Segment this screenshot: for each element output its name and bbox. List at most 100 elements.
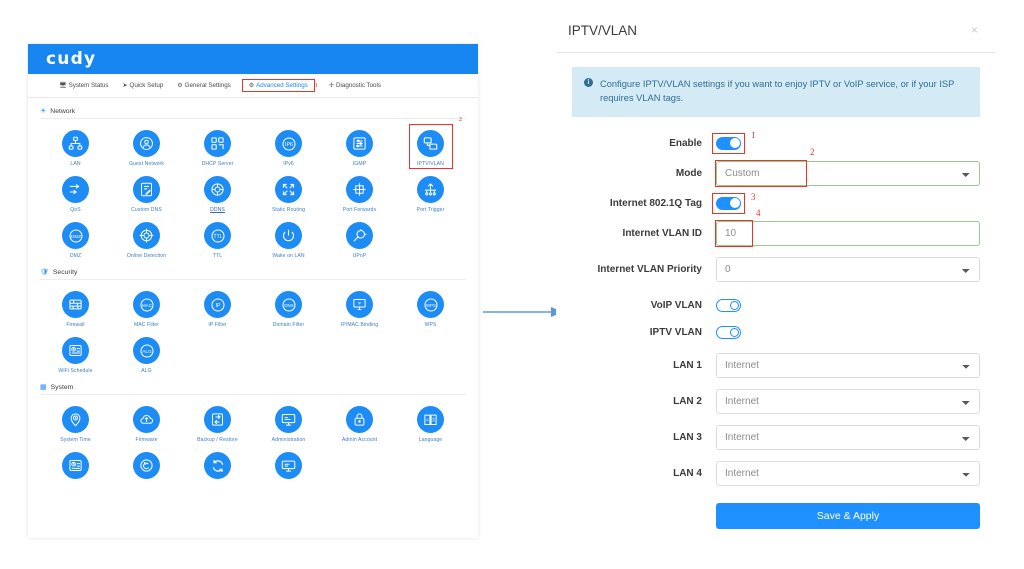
dialog-header: IPTV/VLAN × — [556, 8, 996, 53]
ip-icon: IP — [204, 291, 231, 318]
tile-ipv6[interactable]: IP6 IPv6 — [253, 121, 324, 167]
voip-vlan-toggle[interactable] — [716, 298, 741, 312]
tile-firewall[interactable]: Firewall — [40, 282, 111, 328]
nav-label: Advanced Settings — [256, 82, 308, 89]
tile-wake-on-lan[interactable]: Wake on LAN — [253, 213, 324, 259]
tile-wps[interactable]: WPS WPS — [395, 282, 466, 328]
tile-system-log[interactable] — [40, 443, 111, 483]
lan3-select[interactable]: Internet — [716, 424, 980, 450]
internet-vlan-priority-select[interactable]: 0 — [716, 256, 980, 282]
svg-text:TTL: TTL — [213, 234, 222, 240]
page-title: IPTV/VLAN — [568, 22, 638, 38]
nav-label: General Settings — [184, 82, 231, 89]
cloud-upload-icon — [133, 406, 160, 433]
blocks-icon — [204, 130, 231, 157]
tile-dhcp-server[interactable]: DHCP Server — [182, 121, 253, 167]
tile-port-forwards[interactable]: Port Forwards — [324, 167, 395, 213]
tile-ttl[interactable]: TTL TTL — [182, 213, 253, 259]
mode-select[interactable]: Custom — [716, 160, 980, 186]
tile-port-trigger[interactable]: Port Trigger — [395, 167, 466, 213]
tile-language[interactable]: A 文 Language — [395, 397, 466, 443]
internet-vlan-id-input[interactable] — [716, 220, 980, 246]
tile-label: Domain Filter — [272, 322, 305, 328]
lan1-select[interactable]: Internet — [716, 352, 980, 378]
tile-ip-filter[interactable]: IP IP Filter — [182, 282, 253, 328]
tile-custom-dns[interactable]: Custom DNS — [111, 167, 182, 213]
lock-icon — [346, 406, 373, 433]
tile-guest-network[interactable]: Guest Network — [111, 121, 182, 167]
backup-icon — [204, 406, 231, 433]
lan4-select[interactable]: Internet — [716, 460, 980, 486]
tile-admin-account[interactable]: Admin Account — [324, 397, 395, 443]
tile-label: UPnP — [352, 253, 367, 259]
main-navigation: 🖥 System Status ➤ Quick Setup ⚙ General … — [28, 74, 478, 98]
nav-item-system-status[interactable]: 🖥 System Status — [52, 79, 116, 92]
tile-dmz[interactable]: DMZ DMZ — [40, 213, 111, 259]
system-icon-grid: System Time Firmware Backup / Restore Ad… — [40, 397, 466, 483]
tile-label: IP Filter — [208, 322, 227, 328]
port-forward-icon — [346, 176, 373, 203]
svg-text:A: A — [426, 418, 429, 422]
tile-restore-defaults[interactable] — [111, 443, 182, 483]
wifi-schedule-icon — [62, 337, 89, 364]
router-admin-window: cudy 🖥 System Status ➤ Quick Setup ⚙ Gen… — [28, 44, 478, 538]
nav-item-diagnostic-tools[interactable]: ✢ Diagnostic Tools — [322, 79, 388, 92]
nav-item-general-settings[interactable]: ⚙ General Settings — [170, 79, 237, 92]
row-enable: Enable 1 — [572, 130, 980, 154]
tile-ip-mac-binding[interactable]: IP IP/MAC Binding — [324, 282, 395, 328]
tile-mac-filter[interactable]: MAC MAC Filter — [111, 282, 182, 328]
tile-reboot[interactable] — [182, 443, 253, 483]
iptv-vlan-toggle[interactable] — [716, 325, 741, 339]
flow-arrow — [483, 305, 563, 319]
row-internet-8021q-tag: Internet 802.1Q Tag 3 — [572, 192, 980, 214]
tile-upnp[interactable]: UPnP — [324, 213, 395, 259]
tile-qos[interactable]: QoS — [40, 167, 111, 213]
label-voip-vlan: VoIP VLAN — [650, 299, 702, 311]
tile-ddns[interactable]: DDNS — [182, 167, 253, 213]
reboot-icon — [204, 452, 231, 479]
tile-administration[interactable]: Administration — [253, 397, 324, 443]
nav-item-advanced-settings[interactable]: ⚙ Advanced Settings — [249, 82, 308, 89]
tile-remote-management[interactable] — [253, 443, 324, 483]
iptv-vlan-form: Enable 1 Mode Custom 2 Internet 802.1Q T… — [556, 130, 996, 529]
tile-alg[interactable]: ALG ALG — [111, 328, 182, 374]
nav-label: Quick Setup — [129, 82, 164, 89]
rocket-icon: ➤ — [122, 83, 128, 89]
tile-label: WiFi Schedule — [58, 368, 93, 374]
alg-icon: ALG — [133, 337, 160, 364]
gear-icon: ⚙ — [177, 83, 183, 89]
tile-label: Wake on LAN — [272, 253, 305, 259]
vlan-icon — [417, 130, 444, 157]
tile-label: Language — [418, 437, 443, 443]
binding-icon: IP — [346, 291, 373, 318]
nav-item-quick-setup[interactable]: ➤ Quick Setup — [116, 79, 171, 92]
tile-online-detection[interactable]: Online Detection — [111, 213, 182, 259]
tile-igmp[interactable]: IGMP — [324, 121, 395, 167]
tile-backup-restore[interactable]: Backup / Restore — [182, 397, 253, 443]
nav-label: Diagnostic Tools — [336, 82, 381, 89]
lan2-select[interactable]: Internet — [716, 388, 980, 414]
expand-icon — [275, 176, 302, 203]
nav-item-advanced-settings-highlight: ⚙ Advanced Settings — [241, 79, 315, 92]
tile-domain-filter[interactable]: DNS Domain Filter — [253, 282, 324, 328]
save-apply-button[interactable]: Save & Apply — [716, 502, 980, 529]
alert-text: Configure IPTV/VLAN settings if you want… — [600, 79, 955, 104]
enable-toggle[interactable] — [716, 136, 741, 150]
tile-system-time[interactable]: System Time — [40, 397, 111, 443]
tile-iptv-vlan[interactable]: 2 IPTV/VLAN — [395, 116, 466, 167]
tile-wifi-schedule[interactable]: WiFi Schedule — [40, 328, 111, 374]
system-icon: ▦ — [40, 384, 47, 391]
svg-text:IP: IP — [215, 303, 220, 309]
callout-number-3: 3 — [751, 191, 756, 202]
close-icon[interactable]: × — [971, 24, 978, 36]
row-voip-vlan: VoIP VLAN — [572, 298, 980, 312]
shield-icon: 🛡 — [40, 269, 49, 276]
row-iptv-vlan: IPTV VLAN — [572, 325, 980, 339]
tile-static-routing[interactable]: Static Routing — [253, 167, 324, 213]
label-internet-vlan-priority: Internet VLAN Priority — [597, 263, 702, 275]
section-header-network: ☀ Network — [40, 108, 466, 119]
tile-lan[interactable]: LAN — [40, 121, 111, 167]
tile-firmware[interactable]: Firmware — [111, 397, 182, 443]
dns-icon: DNS — [275, 291, 302, 318]
internet-8021q-tag-toggle[interactable] — [716, 196, 741, 210]
